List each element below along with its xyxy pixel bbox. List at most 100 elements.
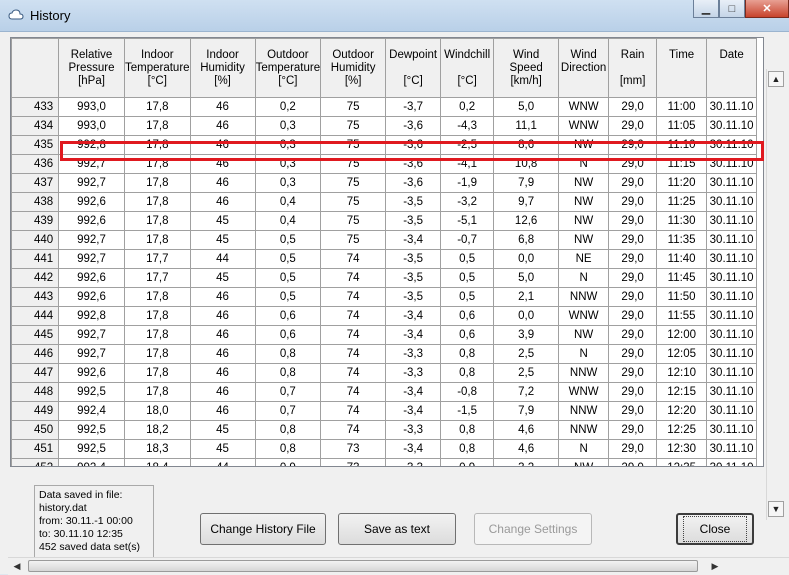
table-row[interactable]: 433 993,0 17,8 46 0,2 75 -3,7 0,2 5,0 WNW 29,0 11:0… <box>11 97 758 117</box>
table-cell: 75 <box>320 230 387 250</box>
table-cell: 12:25 <box>656 420 708 440</box>
save-as-text-button[interactable]: Save as text <box>338 513 456 545</box>
row-number: 443 <box>11 287 59 307</box>
column-header-line: Indoor <box>206 48 239 61</box>
column-header: Wind Speed [km/h] <box>493 38 560 98</box>
minimize-icon: ▁ <box>701 3 711 15</box>
scroll-right-arrow-icon[interactable]: ▶ <box>708 559 722 573</box>
table-cell: 12:20 <box>656 401 708 421</box>
table-cell: 30.11.10 <box>706 420 758 440</box>
column-header-line <box>658 62 706 75</box>
table-row[interactable]: 437 992,7 17,8 46 0,3 75 -3,6 -1,9 7,9 NW 29,0 11:2… <box>11 173 758 193</box>
column-header-line: Pressure <box>68 61 115 74</box>
table-cell: 992,7 <box>58 249 125 269</box>
table-cell: -0,8 <box>440 382 495 402</box>
table-cell: 0,6 <box>440 306 495 326</box>
close-button[interactable]: Close <box>676 513 754 545</box>
history-grid[interactable]: Relative Pressure [hPa] Indoor Temperature [°… <box>10 37 764 467</box>
table-cell: 74 <box>320 268 387 288</box>
table-row[interactable]: 442 992,6 17,7 45 0,5 74 -3,5 0,5 5,0 N 29,0 11:45 3… <box>11 268 758 288</box>
table-cell: 12:30 <box>656 439 708 459</box>
table-cell: 46 <box>189 382 256 402</box>
row-number: 437 <box>11 173 59 193</box>
table-row[interactable]: 434 993,0 17,8 46 0,3 75 -3,6 -4,3 11,1 WNW 29,0 11… <box>11 116 758 136</box>
column-header-line <box>13 49 58 62</box>
table-cell: 0,5 <box>254 230 322 250</box>
table-row[interactable]: 441 992,7 17,7 44 0,5 74 -3,5 0,5 0,0 NE 29,0 11:40… <box>11 249 758 269</box>
row-number: 448 <box>11 382 59 402</box>
table-cell: 74 <box>320 306 387 326</box>
row-number: 445 <box>11 325 59 345</box>
table-cell: 992,7 <box>58 230 125 250</box>
table-cell: 7,9 <box>493 401 560 421</box>
table-cell: 9,7 <box>493 192 560 212</box>
table-cell: 45 <box>189 268 256 288</box>
table-cell: 3,9 <box>493 325 560 345</box>
table-cell: -3,6 <box>385 154 442 174</box>
table-row[interactable]: 445 992,7 17,8 46 0,6 74 -3,4 0,6 3,9 NW 29,0 12:00… <box>11 325 758 345</box>
table-cell: 11:25 <box>656 192 708 212</box>
scroll-up-arrow-icon[interactable]: ▲ <box>768 71 784 87</box>
table-cell: 17,8 <box>124 230 191 250</box>
title-bar[interactable]: History ▁ □ ✕ <box>0 0 789 32</box>
column-header-line: [°C] <box>278 74 298 87</box>
table-cell: 74 <box>320 420 387 440</box>
table-cell: 75 <box>320 154 387 174</box>
table-cell: 74 <box>320 325 387 345</box>
table-cell: NE <box>558 249 610 269</box>
table-row[interactable]: 436 992,7 17,8 46 0,3 75 -3,6 -4,1 10,8 N 29,0 11:1… <box>11 154 758 174</box>
table-cell: 0,4 <box>254 211 322 231</box>
table-cell: 30.11.10 <box>706 97 758 117</box>
table-cell: 46 <box>189 325 256 345</box>
horizontal-scrollbar[interactable]: ◀ ▶ <box>8 557 789 575</box>
table-cell: 993,0 <box>58 116 125 136</box>
table-cell: 30.11.10 <box>706 268 758 288</box>
change-history-file-button[interactable]: Change History File <box>200 513 326 545</box>
table-cell: 0,8 <box>440 344 495 364</box>
table-row[interactable]: 440 992,7 17,8 45 0,5 75 -3,4 -0,7 6,8 NW 29,0 11:3… <box>11 230 758 250</box>
table-row[interactable]: 439 992,6 17,8 45 0,4 75 -3,5 -5,1 12,6 NW 29,0 11:… <box>11 211 758 231</box>
table-cell: 6,8 <box>493 230 560 250</box>
table-cell: 74 <box>320 249 387 269</box>
table-row[interactable]: 444 992,8 17,8 46 0,6 74 -3,4 0,6 0,0 WNW 29,0 11:5… <box>11 306 758 326</box>
table-row[interactable]: 450 992,5 18,2 45 0,8 74 -3,3 0,8 4,6 NNW 29,0 12:2… <box>11 420 758 440</box>
row-number: 436 <box>11 154 59 174</box>
horizontal-scroll-thumb[interactable] <box>28 560 698 572</box>
change-settings-button[interactable]: Change Settings <box>474 513 592 545</box>
scroll-down-arrow-icon[interactable]: ▼ <box>768 501 784 517</box>
table-row[interactable]: 451 992,5 18,3 45 0,8 73 -3,4 0,8 4,6 N 29,0 12:30 3… <box>11 439 758 459</box>
table-cell: 30.11.10 <box>706 135 758 155</box>
client-area: Relative Pressure [hPa] Indoor Temperature [°… <box>8 35 789 574</box>
table-row[interactable]: 443 992,6 17,8 46 0,5 74 -3,5 0,5 2,1 NNW 29,0 11:5… <box>11 287 758 307</box>
table-cell: 30.11.10 <box>706 230 758 250</box>
table-row[interactable]: 435 992,8 17,8 46 0,3 75 -3,6 -2,5 8,6 NW 29,0 11:1… <box>11 135 758 155</box>
table-cell: -3,3 <box>385 363 442 383</box>
table-cell: 992,8 <box>58 135 125 155</box>
close-window-button[interactable]: ✕ <box>745 0 789 18</box>
table-cell: 3,2 <box>493 458 560 466</box>
table-cell: 7,2 <box>493 382 560 402</box>
scroll-left-arrow-icon[interactable]: ◀ <box>10 559 24 573</box>
table-cell: 992,7 <box>58 344 125 364</box>
table-row[interactable]: 446 992,7 17,8 46 0,8 74 -3,3 0,8 2,5 N 29,0 12:05 3… <box>11 344 758 364</box>
table-row[interactable]: 449 992,4 18,0 46 0,7 74 -3,4 -1,5 7,9 NNW 29,0 12:… <box>11 401 758 421</box>
table-cell: WNW <box>558 97 610 117</box>
column-header-line <box>387 62 440 75</box>
minimize-button[interactable]: ▁ <box>693 0 719 18</box>
column-header-line: Dewpoint <box>389 48 438 61</box>
table-cell: NW <box>558 192 610 212</box>
table-cell: NW <box>558 173 610 193</box>
table-row[interactable]: 448 992,5 17,8 46 0,7 74 -3,4 -0,8 7,2 WNW 29,0 12:… <box>11 382 758 402</box>
table-row[interactable]: 438 992,6 17,8 46 0,4 75 -3,5 -3,2 9,7 NW 29,0 11:2… <box>11 192 758 212</box>
table-row[interactable]: 452992,418,4440,973-3,30,93,2NW29,012:35… <box>11 458 758 466</box>
table-cell: 12:00 <box>656 325 708 345</box>
table-cell: 2,5 <box>493 363 560 383</box>
table-row[interactable]: 447 992,6 17,8 46 0,8 74 -3,3 0,8 2,5 NNW 29,0 12:1… <box>11 363 758 383</box>
vertical-scrollbar[interactable]: ▲ ▼ <box>766 69 785 520</box>
table-cell: 46 <box>189 154 256 174</box>
table-cell: 75 <box>320 116 387 136</box>
maximize-button[interactable]: □ <box>719 0 745 18</box>
table-cell: 0,6 <box>440 325 495 345</box>
column-header-line: Direction <box>560 61 607 74</box>
table-cell: 11,1 <box>493 116 560 136</box>
